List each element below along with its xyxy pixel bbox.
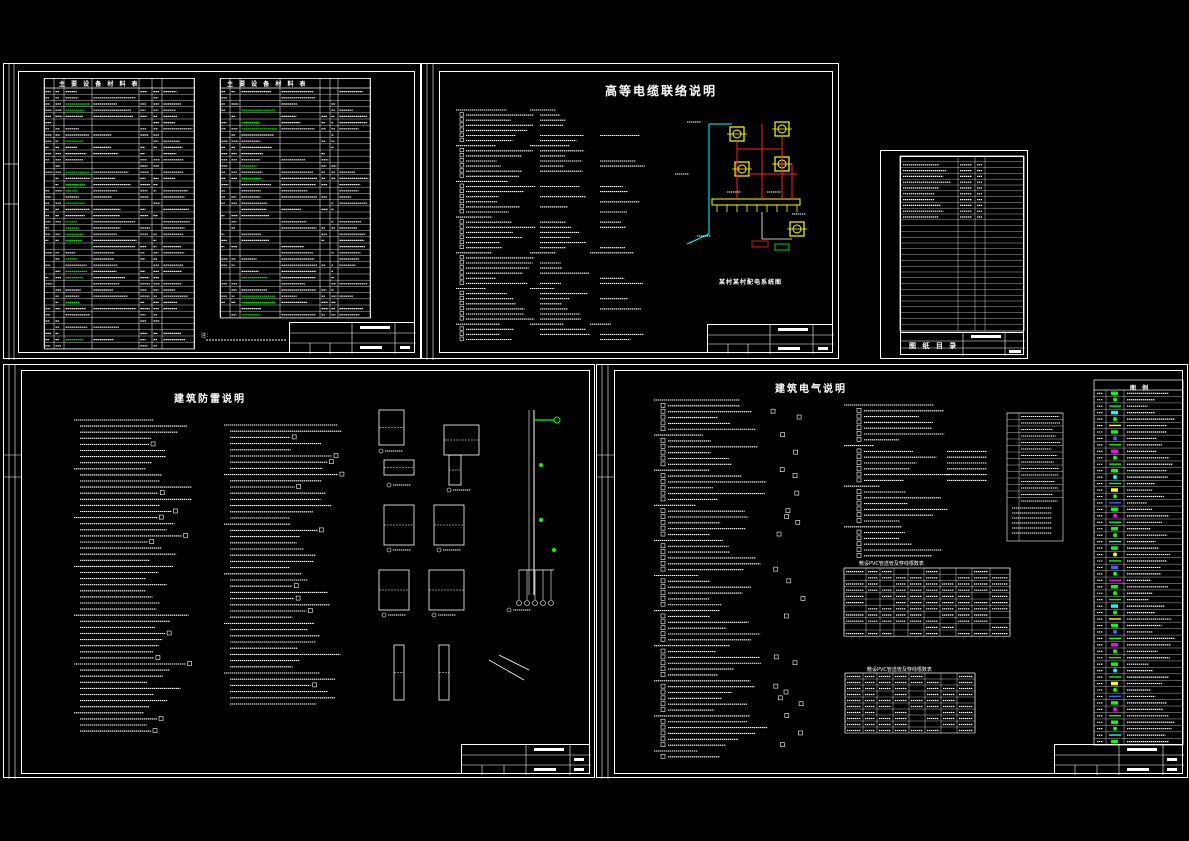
pvc-table-2: [844, 672, 976, 734]
small-spec-table: [1006, 412, 1064, 542]
sheet-left-strip: [4, 365, 21, 779]
title-block: [1054, 744, 1184, 775]
pvc-table-2-title: 敷设PVC管选管及穿线根数表: [867, 667, 932, 673]
electrical-notes-column-2: [844, 404, 987, 558]
equipment-table-2: [219, 78, 371, 319]
sheet-title: 建筑防雷说明: [174, 394, 246, 405]
note-lines: [206, 339, 286, 341]
sheet-drawing-index: 图 纸 目 录: [880, 150, 1028, 359]
diagram-caption: 某村某村配电系统图: [719, 279, 783, 286]
sheet-left-strip: [426, 64, 434, 360]
distribution-system-diagram: [675, 121, 807, 251]
pvc-table-1-title: 敷设PVC管选管及穿线根数表: [859, 561, 924, 567]
title-block: [707, 324, 834, 354]
pvc-table-1: [843, 567, 1011, 637]
sheet-lightning-protection: 建筑防雷说明: [3, 364, 595, 779]
electrical-notes-column-1: [654, 399, 806, 759]
sheet-title: 高等电缆联络说明: [605, 84, 718, 98]
sheet-left-strip: [597, 365, 614, 779]
sheet-cable-connection: 高等电缆联络说明 某村某村配电系统图: [421, 63, 839, 360]
title-block: [461, 744, 591, 775]
sheet-left-strip: [4, 64, 18, 360]
lightning-detail-drawings: [378, 409, 561, 701]
lightning-notes-column-2: [224, 424, 345, 705]
sheet-title: 建筑电气说明: [775, 384, 847, 395]
drawing-index-table: [899, 155, 1025, 332]
index-title: 图 纸 目 录: [909, 341, 959, 350]
title-block: [289, 322, 416, 354]
sheet-equipment-table: 主 要 设 备 材 料 表 主 要 设 备 材 料 表 注：: [3, 63, 421, 360]
legend-table: [1093, 379, 1184, 746]
sheet-electrical-notes: 建筑电气说明 敷设PVC管选管及穿线根数表 敷设PVC管选管及穿线根数表 图 例: [596, 364, 1188, 779]
equipment-table-1: [43, 78, 195, 350]
cable-notes-text: [456, 109, 645, 341]
lightning-notes-column-1: [74, 419, 192, 733]
